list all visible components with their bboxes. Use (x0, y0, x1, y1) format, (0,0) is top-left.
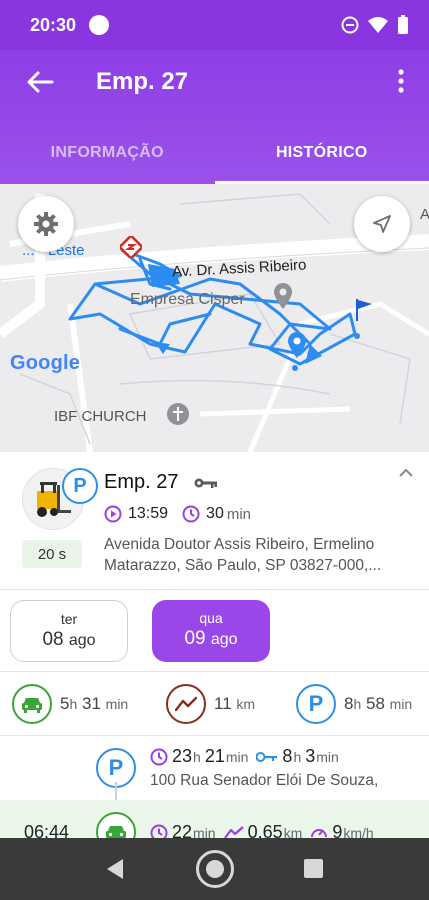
parking-icon: P (108, 755, 124, 780)
day-month: ago (210, 631, 238, 648)
map-settings-button[interactable] (18, 196, 74, 252)
key-icon (256, 751, 278, 762)
day-number: 09 (184, 628, 206, 649)
google-logo: Google (10, 352, 80, 375)
vehicle-name: Emp. 27 (104, 471, 179, 493)
duration-unit: min (226, 505, 252, 523)
day-weekday: qua (199, 610, 223, 626)
parking-icon: P (308, 691, 324, 716)
status-bar: 20:30 (0, 0, 429, 50)
car-icon (22, 698, 42, 713)
parked-time-value: 8h 58 min (344, 694, 412, 714)
map-view[interactable]: ... - Leste Av. Dr. Assis Ribeiro Empres… (0, 184, 429, 452)
destination-flag-icon (356, 299, 372, 321)
google-logo-text: Google (10, 352, 81, 374)
duration-value: 30 (206, 505, 224, 522)
trend-line-icon (175, 696, 197, 712)
driving-hours-unit: h (69, 696, 78, 712)
arrow-left-icon (27, 71, 54, 93)
distance-number: 11 (214, 694, 232, 713)
gear-icon (34, 212, 58, 236)
daily-summary: 5h 31 min 11 km P 8h 58 min (0, 672, 429, 736)
parked-badge-letter: P (73, 474, 87, 497)
my-location-button[interactable] (354, 196, 410, 252)
distance-stat: 11 km (166, 684, 255, 724)
vehicle-address: Avenida Doutor Assis Ribeiro, Ermelino M… (104, 534, 414, 576)
key-on-hours: 8 (282, 746, 293, 766)
poi-pin-icon (274, 283, 292, 309)
system-nav-bar (0, 838, 429, 900)
clock-icon (150, 748, 168, 765)
record-dot-icon (89, 15, 109, 35)
driving-time-stat: 5h 31 min (12, 684, 128, 724)
parked-badge: P (62, 468, 98, 504)
address-line-1: Avenida Doutor Assis Ribeiro, Ermelino (104, 536, 375, 553)
driving-minutes: 31 (82, 694, 101, 713)
status-time: 20:30 (30, 15, 77, 35)
start-time: 13:59 (128, 505, 169, 522)
back-button[interactable] (26, 70, 54, 94)
collapse-chevron-icon[interactable] (399, 468, 413, 478)
day-selector: ter 08 ago qua 09 ago (0, 590, 429, 672)
navigation-arrow-icon (373, 215, 391, 233)
driving-time-value: 5h 31 min (60, 694, 128, 714)
nav-recents-button[interactable] (304, 859, 323, 878)
do-not-disturb-icon (341, 16, 359, 34)
day-number: 08 (42, 629, 64, 650)
app-bar: Emp. 27 INFORMAÇÃO HISTÓRICO (0, 50, 429, 184)
play-circle-icon (104, 505, 122, 523)
status-icons (341, 15, 409, 35)
parked-duration-minutes: 21 (204, 746, 225, 766)
wifi-icon (368, 17, 388, 33)
day-chip-ter[interactable]: ter 08 ago (10, 600, 128, 662)
parked-time-stat: P 8h 58 min (296, 684, 412, 724)
church-icon (167, 403, 189, 425)
day-month: ago (68, 632, 96, 649)
driving-minutes-unit: min (105, 696, 129, 712)
parked-duration-minutes-unit: min (225, 748, 249, 765)
map-label-corner: A (420, 206, 429, 223)
key-icon (194, 478, 217, 488)
driving-stat-icon-wrap (12, 684, 52, 724)
timeline-event-driving[interactable]: 06:44 22 min 0,65 km 9 km/h (0, 800, 429, 840)
location-pin-icon (288, 332, 306, 358)
battery-icon (398, 15, 408, 34)
parked-duration-hours: 23 (172, 746, 193, 766)
distance-stat-icon-wrap (166, 684, 206, 724)
nav-back-icon[interactable] (105, 858, 125, 880)
parked-minutes: 58 (366, 694, 385, 713)
vehicle-meta: 13:59 30 min (104, 505, 251, 523)
map-label-church: IBF CHURCH (54, 408, 147, 425)
vehicle-card[interactable]: P Emp. 27 13:59 30 min 20 s Avenida Dout… (0, 452, 429, 590)
page-title: Emp. 27 (96, 68, 189, 95)
event-parked-durations: 23 h 21 min 8h 3 min (150, 746, 343, 767)
parked-minutes-unit: min (389, 696, 413, 712)
tab-informacao[interactable]: INFORMAÇÃO (0, 140, 215, 184)
event-parked-address: 100 Rua Senador Elói De Souza, (150, 772, 379, 789)
transit-station-icon (120, 236, 142, 258)
address-line-2: Matarazzo, São Paulo, SP 03827-000,... (104, 557, 382, 574)
event-driving-icon-wrap (96, 812, 136, 840)
last-update-chip: 20 s (22, 540, 82, 568)
nav-home-button[interactable] (196, 850, 234, 888)
key-on-hours-unit: h (293, 748, 302, 765)
parked-duration-hours-unit: h (193, 748, 201, 765)
tab-bar: INFORMAÇÃO HISTÓRICO (0, 140, 429, 184)
parked-hours-unit: h (353, 696, 362, 712)
more-vert-icon (398, 69, 404, 93)
day-weekday: ter (60, 611, 78, 627)
map-label-company: Empresa Cisper (130, 291, 245, 308)
day-date: 09 ago (152, 628, 270, 650)
timeline-event-parked[interactable]: P 23 h 21 min 8h 3 min 100 Rua Senador Elói… (0, 736, 429, 800)
key-on-minutes-unit: min (316, 748, 339, 765)
distance-unit: km (236, 696, 256, 712)
tab-historico[interactable]: HISTÓRICO (214, 140, 429, 184)
key-on-minutes: 3 (305, 746, 316, 766)
day-date: 08 ago (11, 629, 127, 651)
more-options-button[interactable] (395, 68, 407, 96)
distance-value: 11 km (214, 694, 255, 714)
parked-stat-icon-wrap: P (296, 684, 336, 724)
day-chip-qua[interactable]: qua 09 ago (152, 600, 270, 662)
clock-icon (182, 505, 200, 523)
